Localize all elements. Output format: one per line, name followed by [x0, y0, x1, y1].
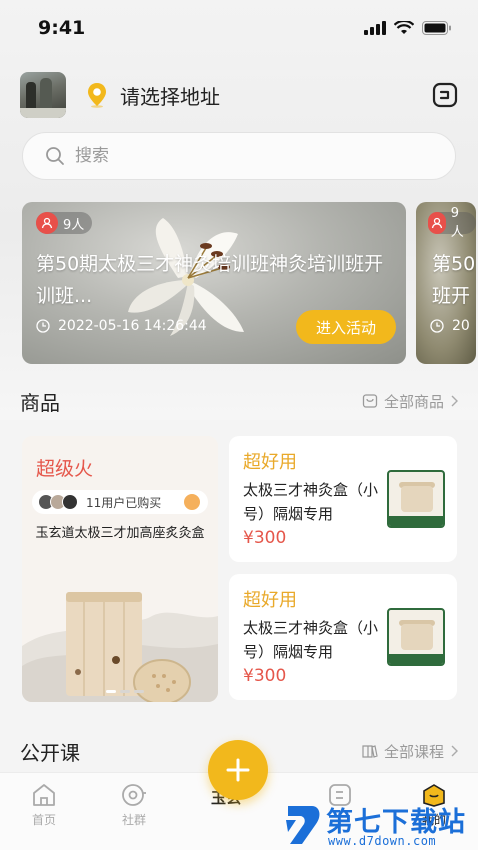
- community-icon: [122, 784, 146, 806]
- product-name: 太极三才神灸盒（小号）隔烟专用: [243, 619, 379, 661]
- activity-banner-next[interactable]: 9人 第50 班开 20: [416, 202, 476, 364]
- activity-title: 第50 班开: [432, 253, 476, 307]
- activity-time: 20: [430, 318, 470, 334]
- product-image: [22, 592, 218, 702]
- all-courses-link[interactable]: 全部课程: [362, 741, 458, 762]
- top-header: 请选择地址: [20, 70, 458, 120]
- buyers-strip: 11用户已购买: [32, 490, 208, 514]
- battery-icon: [422, 21, 451, 35]
- user-icon: [428, 212, 446, 234]
- activity-banner[interactable]: 9人 第50期太极三才神灸培训班神灸培训班开训班... 2022-05-16 1…: [22, 202, 406, 364]
- tab-home[interactable]: 首页: [14, 783, 74, 828]
- featured-product-name: 玉玄道太极三才加高座炙灸盒: [35, 526, 205, 541]
- all-products-link[interactable]: 全部商品: [362, 391, 458, 412]
- hot-tag: 超级火: [36, 458, 94, 480]
- site-watermark: 第七下载站 www.d7down.com: [282, 800, 478, 850]
- activity-time: 2022-05-16 14:26:44: [36, 318, 207, 334]
- search-icon: [46, 147, 64, 165]
- good-tag: 超好用: [243, 590, 297, 611]
- status-time: 9:41: [38, 17, 86, 39]
- participants-count: 9人: [63, 217, 85, 233]
- product-price: ¥300: [243, 666, 287, 686]
- location-select-label[interactable]: 请选择地址: [120, 81, 220, 110]
- status-bar: 9:41: [0, 0, 478, 56]
- add-button[interactable]: [208, 740, 268, 800]
- chevron-right-icon: [451, 395, 458, 407]
- plus-icon: [226, 758, 250, 782]
- product-name: 太极三才神灸盒（小号）隔烟专用: [243, 481, 379, 523]
- buyer-avatar: [62, 494, 78, 510]
- chevron-right-icon: [451, 745, 458, 757]
- user-icon: [36, 212, 58, 234]
- fire-icon: [184, 494, 200, 510]
- participants-badge: 9人: [36, 212, 93, 234]
- good-tag: 超好用: [243, 452, 297, 473]
- tab-community[interactable]: 社群: [104, 783, 164, 828]
- signal-icon: [364, 21, 386, 35]
- participants-count: 9人: [450, 206, 464, 240]
- featured-product-card[interactable]: 超级火 11用户已购买 玉玄道太极三才加高座炙灸盒: [22, 436, 218, 702]
- activity-title: 第50期太极三才神灸培训班神灸培训班开训班...: [36, 253, 384, 307]
- participants-badge: 9人: [428, 206, 476, 240]
- join-activity-button[interactable]: 进入活动: [296, 310, 396, 344]
- watermark-url: www.d7down.com: [328, 834, 437, 848]
- clock-icon: [36, 319, 50, 333]
- avatar[interactable]: [20, 72, 66, 118]
- location-pin-icon[interactable]: [86, 82, 108, 108]
- search-input[interactable]: [75, 146, 375, 166]
- courses-title: 公开课: [20, 740, 80, 765]
- book-icon: [362, 745, 378, 758]
- search-bar[interactable]: [22, 132, 456, 180]
- product-thumbnail: [387, 608, 445, 666]
- product-price: ¥300: [243, 528, 287, 548]
- wifi-icon: [394, 21, 414, 34]
- watermark-logo-icon: [286, 806, 320, 844]
- products-title: 商品: [20, 390, 60, 415]
- status-icons: [364, 21, 452, 35]
- shop-bag-icon: [362, 394, 378, 408]
- clock-icon: [430, 319, 444, 333]
- product-card[interactable]: 超好用 太极三才神灸盒（小号）隔烟专用 ¥300: [229, 436, 457, 562]
- message-icon[interactable]: [432, 82, 458, 108]
- activity-datetime: 2022-05-16 14:26:44: [58, 318, 207, 334]
- home-icon: [33, 784, 55, 806]
- products-section-header: 商品 全部商品: [20, 387, 458, 415]
- carousel-dots: [106, 690, 144, 693]
- product-thumbnail: [387, 470, 445, 528]
- product-card[interactable]: 超好用 太极三才神灸盒（小号）隔烟专用 ¥300: [229, 574, 457, 700]
- buyers-count-text: 11用户已购买: [86, 495, 162, 510]
